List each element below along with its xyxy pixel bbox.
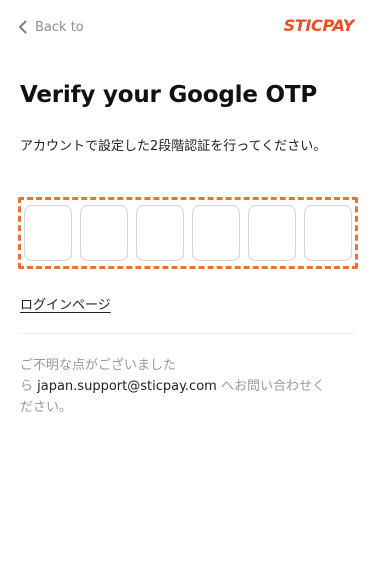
otp-input-group <box>18 197 358 269</box>
otp-verify-page: Back to STICPAY Verify your Google OTP ア… <box>0 0 375 573</box>
instruction-text: アカウントで設定した2段階認証を行ってください。 <box>20 139 327 154</box>
sticpay-logo: STICPAY <box>283 16 355 35</box>
back-button[interactable]: Back to <box>18 18 84 36</box>
otp-digit-1[interactable] <box>24 205 72 261</box>
support-line-3: ださい。 <box>20 400 73 415</box>
back-label: Back to <box>35 19 84 35</box>
support-line-2-rest: へお問い合わせく <box>216 379 325 394</box>
support-prefix: ら <box>20 379 38 394</box>
top-bar: Back to STICPAY <box>0 0 375 54</box>
page-title: Verify your Google OTP <box>20 82 318 108</box>
support-line-2: ら japan.support@sticpay.com へお問い合わせく <box>20 376 360 397</box>
support-email-link[interactable]: japan.support@sticpay.com <box>37 379 217 394</box>
otp-digit-2[interactable] <box>80 205 128 261</box>
otp-digit-6[interactable] <box>304 205 352 261</box>
otp-digit-5[interactable] <box>248 205 296 261</box>
otp-digit-3[interactable] <box>136 205 184 261</box>
chevron-left-icon <box>18 20 35 34</box>
login-page-link[interactable]: ログインページ <box>20 294 111 313</box>
support-notice: ご不明な点がございました ら japan.support@sticpay.com… <box>20 355 360 418</box>
otp-digit-4[interactable] <box>192 205 240 261</box>
support-line-1: ご不明な点がございました <box>20 358 177 373</box>
divider <box>20 333 355 334</box>
